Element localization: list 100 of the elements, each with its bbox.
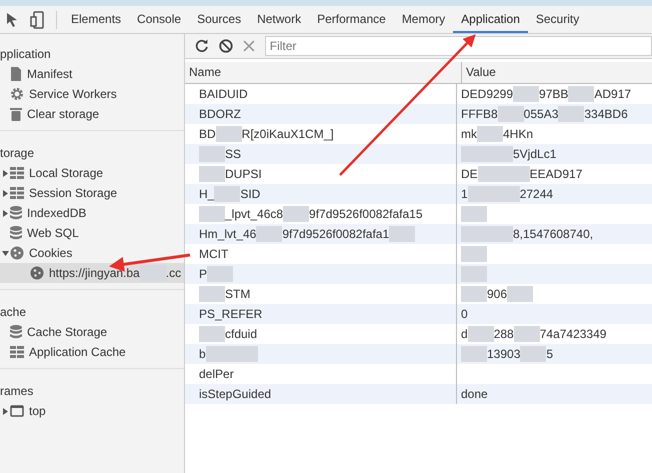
table-cell: H_ [199, 187, 214, 201]
table-cell: SID [240, 187, 260, 201]
panel-tab[interactable]: Network [249, 6, 310, 33]
table-cell: 4HKn [503, 127, 534, 141]
panel-tab[interactable]: Console [129, 6, 190, 33]
redaction-block [478, 166, 504, 182]
collapsed-triangle-icon[interactable] [2, 170, 8, 176]
table-cell: SS [225, 147, 242, 161]
table-cell: 1 [461, 187, 468, 201]
tree-item[interactable]: Session Storage [0, 183, 184, 203]
redaction-block [568, 86, 594, 102]
close-icon[interactable] [242, 40, 255, 52]
grid-icon [10, 346, 24, 358]
tree-item[interactable]: top [0, 401, 184, 421]
expanded-triangle-icon[interactable] [2, 250, 8, 256]
column-header[interactable]: Value [462, 62, 652, 83]
table-cell: BAIDUID [199, 87, 248, 101]
tree-item-label: Web SQL [27, 226, 79, 240]
redaction-block [199, 326, 225, 342]
database-icon [10, 206, 22, 220]
table-cell: b [199, 347, 206, 361]
table-row[interactable]: SS 5VjdLc1 [185, 144, 652, 164]
table-cell: P [199, 267, 208, 281]
tree-item-label: Local Storage [29, 166, 104, 180]
settings-icon [10, 87, 24, 101]
redaction-block [199, 286, 225, 302]
refresh-icon[interactable] [195, 39, 209, 53]
table-cell: DED9299 [461, 87, 514, 101]
panel-tab[interactable]: Security [528, 6, 588, 33]
redaction-block [461, 346, 487, 362]
panel-tab[interactable]: Elements [63, 6, 130, 33]
panel-tab[interactable]: Sources [189, 6, 250, 33]
filter-field[interactable]: Filter [264, 36, 652, 56]
tree-item[interactable]: Manifest [0, 64, 184, 84]
redaction-block [199, 146, 225, 162]
table-cell: 9f7d9526f0082fafa15 [309, 207, 422, 221]
cookie-icon [30, 266, 44, 280]
table-cell: EEAD917 [530, 167, 582, 181]
tree-item[interactable]: https://jingyan.ba .cc [0, 263, 184, 283]
column-header[interactable]: Name [185, 62, 462, 83]
table-row[interactable]: isStepGuided done [185, 384, 652, 404]
collapsed-triangle-icon[interactable] [2, 408, 8, 414]
tree-item-label: Clear storage [27, 107, 100, 121]
redaction-block [461, 286, 487, 302]
table-cell: BDORZ [199, 107, 241, 121]
tree-item[interactable]: Local Storage [0, 163, 184, 183]
tree-item[interactable]: IndexedDB [0, 203, 184, 223]
section-title: rames [0, 368, 184, 401]
section-title: pplication [0, 46, 52, 63]
cookie-icon [10, 246, 24, 260]
tree-item[interactable]: Service Workers [0, 84, 184, 104]
window-icon [10, 405, 24, 417]
redaction-block [507, 286, 534, 302]
tree-item-label: Application Cache [29, 345, 126, 359]
collapsed-triangle-icon[interactable] [2, 190, 8, 196]
table-row[interactable]: PS_REFER 0 [185, 304, 652, 324]
tree-item-label: Manifest [27, 67, 72, 81]
tree-item[interactable]: Cache Storage [0, 322, 184, 342]
redaction-block [214, 186, 240, 202]
table-row[interactable]: b 13903 5 [185, 344, 652, 364]
tree-item[interactable]: Web SQL [0, 223, 184, 243]
table-cell: STM [225, 287, 250, 301]
table-cell: 055A3 [524, 107, 558, 121]
redaction-block [461, 246, 487, 262]
table-cell: 8,1547608740, [513, 227, 594, 241]
panel-tab[interactable]: Memory [394, 6, 454, 33]
table-cell: R[z0iKauX1CM_] [242, 127, 334, 141]
redaction-block [461, 206, 487, 222]
tree-item-label: top [29, 404, 46, 418]
table-cell: mk [461, 127, 477, 141]
database-icon [10, 226, 22, 240]
device-toggle-icon[interactable] [30, 10, 44, 28]
table-cell: 288 [494, 327, 514, 341]
table-row[interactable]: H_ SID 1 27244 [185, 184, 652, 204]
tree-item[interactable]: Clear storage [0, 104, 184, 124]
table-cell: 9f7d9526f0082fafa1 [282, 227, 390, 241]
table-cell: MCIT [199, 247, 228, 261]
trash-icon [10, 107, 22, 121]
redaction-block [283, 206, 310, 222]
collapsed-triangle-icon[interactable] [2, 210, 8, 216]
redaction-block [207, 266, 234, 282]
table-row[interactable]: Hm_lvt_46 9f7d9526f0082fafa1 8,1547608740, [185, 224, 652, 244]
table-cell: AD917 [594, 87, 632, 101]
tree-item[interactable]: Application Cache [0, 342, 184, 362]
table-cell: done [461, 387, 488, 401]
table-row[interactable]: P [185, 264, 652, 284]
panel-tab[interactable]: Performance [309, 6, 394, 33]
table-row[interactable]: BDORZ FFFB8 055A3 334BD6 [185, 104, 652, 124]
redaction-block [461, 266, 487, 282]
table-cell: DUPSI [225, 167, 262, 181]
redaction-block [513, 86, 540, 102]
tree-item[interactable]: Cookies [0, 243, 184, 263]
database-icon [10, 325, 22, 339]
redaction-block [558, 106, 584, 122]
table-cell: 27244 [520, 187, 554, 201]
table-cell: d [461, 327, 468, 341]
redaction-block [468, 326, 494, 342]
block-icon[interactable] [218, 39, 233, 53]
redaction-block [256, 226, 282, 242]
table-cell: 906 [487, 287, 508, 301]
